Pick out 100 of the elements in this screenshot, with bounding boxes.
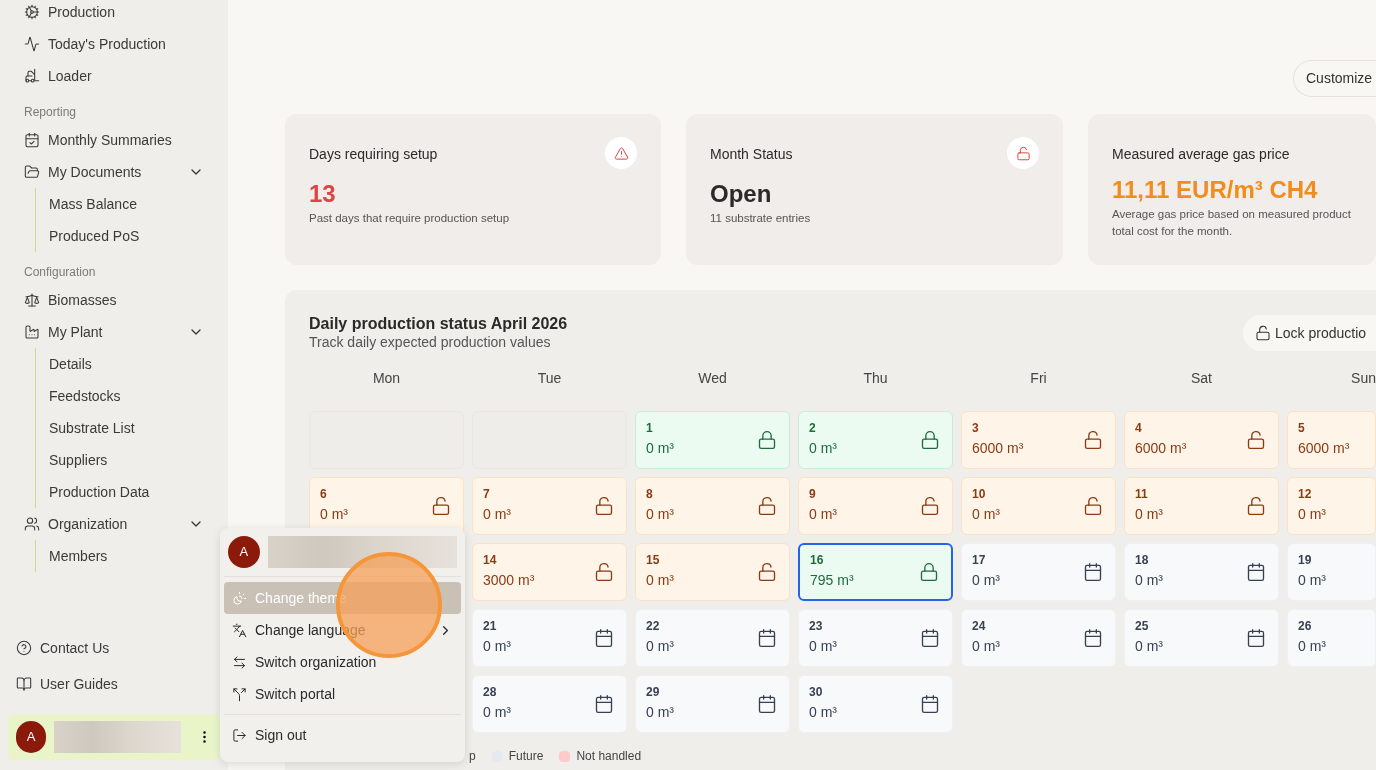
day-cell[interactable]: 4 6000 m³ <box>1124 411 1279 469</box>
day-number: 3 <box>972 420 980 436</box>
day-cell[interactable]: 22 0 m³ <box>635 609 790 667</box>
sidebar-subitem[interactable]: Substrate List <box>36 412 228 444</box>
day-value: 6000 m³ <box>972 439 1025 458</box>
day-value: 6000 m³ <box>1135 439 1188 458</box>
day-number: 2 <box>809 420 817 436</box>
weekday-label: Fri <box>1030 368 1047 388</box>
day-cell[interactable]: 25 0 m³ <box>1124 609 1279 667</box>
customize-button[interactable]: Customize <box>1293 60 1376 97</box>
lock-production-button[interactable]: Lock productio <box>1243 315 1376 351</box>
day-value: 0 m³ <box>1135 505 1164 524</box>
day-cell[interactable]: 30 0 m³ <box>798 675 953 733</box>
sidebar-item[interactable]: My Plant <box>0 316 228 348</box>
help-icon <box>16 640 32 656</box>
sidebar-subitem[interactable]: Produced PoS <box>36 220 228 252</box>
day-number: 28 <box>483 684 498 700</box>
day-cell[interactable]: 26 0 m³ <box>1287 609 1376 667</box>
sidebar-item[interactable]: Loader <box>0 60 228 92</box>
card-value: Open <box>710 179 773 209</box>
weekday-label: Sun <box>1351 368 1376 388</box>
sidebar-item[interactable]: Monthly Summaries <box>0 124 228 156</box>
menu-item[interactable]: Sign out <box>224 719 461 751</box>
panel-title: Daily production status April 2026 <box>309 314 569 334</box>
day-cell[interactable]: 16 795 m³ <box>798 543 953 601</box>
user-bar[interactable]: A <box>8 714 220 760</box>
sidebar-item[interactable]: Today's Production <box>0 28 228 60</box>
day-number: 12 <box>1298 486 1313 502</box>
day-value: 0 m³ <box>646 505 675 524</box>
weekday-label: Wed <box>698 368 727 388</box>
calendar-icon <box>757 628 777 648</box>
day-number: 8 <box>646 486 654 502</box>
calendar-icon <box>920 628 940 648</box>
day-cell[interactable]: 17 0 m³ <box>961 543 1116 601</box>
day-cell[interactable]: 12 0 m³ <box>1287 477 1376 535</box>
sidebar-item[interactable]: Production <box>0 0 228 28</box>
day-cell[interactable]: 8 0 m³ <box>635 477 790 535</box>
lock-icon <box>919 562 939 582</box>
calendar-check-icon <box>24 132 40 148</box>
day-cell[interactable]: 15 0 m³ <box>635 543 790 601</box>
day-cell[interactable]: 11 0 m³ <box>1124 477 1279 535</box>
unlock-icon <box>1246 496 1266 516</box>
sidebar-subitem[interactable]: Suppliers <box>36 444 228 476</box>
day-cell[interactable]: 28 0 m³ <box>472 675 627 733</box>
day-cell[interactable]: 29 0 m³ <box>635 675 790 733</box>
day-number: 14 <box>483 552 498 568</box>
day-value: 0 m³ <box>483 505 512 524</box>
day-number: 26 <box>1298 618 1313 634</box>
day-cell[interactable]: 5 6000 m³ <box>1287 411 1376 469</box>
day-number: 18 <box>1135 552 1150 568</box>
day-cell[interactable]: 1 0 m³ <box>635 411 790 469</box>
day-number: 22 <box>646 618 661 634</box>
sidebar-subitem[interactable]: Feedstocks <box>36 380 228 412</box>
card-title: Days requiring setup <box>309 145 439 164</box>
language-icon <box>232 622 247 638</box>
day-cell[interactable]: 3 6000 m³ <box>961 411 1116 469</box>
day-value: 0 m³ <box>646 703 675 722</box>
day-cell[interactable]: 7 0 m³ <box>472 477 627 535</box>
sidebar-subitem[interactable]: Production Data <box>36 476 228 508</box>
day-cell[interactable]: 19 0 m³ <box>1287 543 1376 601</box>
day-cell[interactable]: 24 0 m³ <box>961 609 1116 667</box>
day-number: 4 <box>1135 420 1143 436</box>
sidebar-subitem[interactable]: Details <box>36 348 228 380</box>
day-cell[interactable]: 23 0 m³ <box>798 609 953 667</box>
book-icon <box>16 676 32 692</box>
day-cell[interactable]: 2 0 m³ <box>798 411 953 469</box>
gear-icon <box>24 4 40 20</box>
panel-subtitle: Track daily expected production values <box>309 334 552 350</box>
day-value: 0 m³ <box>1135 571 1164 590</box>
unlock-icon <box>431 496 451 516</box>
sidebar-item[interactable]: My Documents <box>0 156 228 188</box>
day-value: 6000 m³ <box>1298 439 1351 458</box>
fork-icon <box>232 686 247 702</box>
day-value: 0 m³ <box>809 505 838 524</box>
day-value: 0 m³ <box>646 637 675 656</box>
day-value: 0 m³ <box>646 571 675 590</box>
day-number: 6 <box>320 486 328 502</box>
weekday-label: Mon <box>372 368 401 388</box>
day-value: 0 m³ <box>972 571 1001 590</box>
unlock-icon <box>594 496 614 516</box>
day-cell[interactable]: 9 0 m³ <box>798 477 953 535</box>
sidebar-item[interactable]: Organization <box>0 508 228 540</box>
day-cell[interactable]: 21 0 m³ <box>472 609 627 667</box>
card-value: 11,11 EUR/m³ CH4 <box>1112 175 1319 205</box>
sidebar-item[interactable]: Biomasses <box>0 284 228 316</box>
day-cell[interactable]: 18 0 m³ <box>1124 543 1279 601</box>
day-value: 0 m³ <box>1135 637 1164 656</box>
day-value: 0 m³ <box>1298 571 1327 590</box>
weekday-label: Thu <box>863 368 888 388</box>
weekday-label: Sat <box>1191 368 1212 388</box>
day-number: 10 <box>972 486 987 502</box>
unlock-icon <box>1246 430 1266 450</box>
sidebar-subitem[interactable]: Mass Balance <box>36 188 228 220</box>
swap-icon <box>232 654 247 670</box>
day-value: 0 m³ <box>972 505 1001 524</box>
day-number: 17 <box>972 552 987 568</box>
day-cell[interactable]: 10 0 m³ <box>961 477 1116 535</box>
warning-icon <box>605 137 637 169</box>
day-cell[interactable]: 14 3000 m³ <box>472 543 627 601</box>
unlock-icon <box>1083 496 1103 516</box>
